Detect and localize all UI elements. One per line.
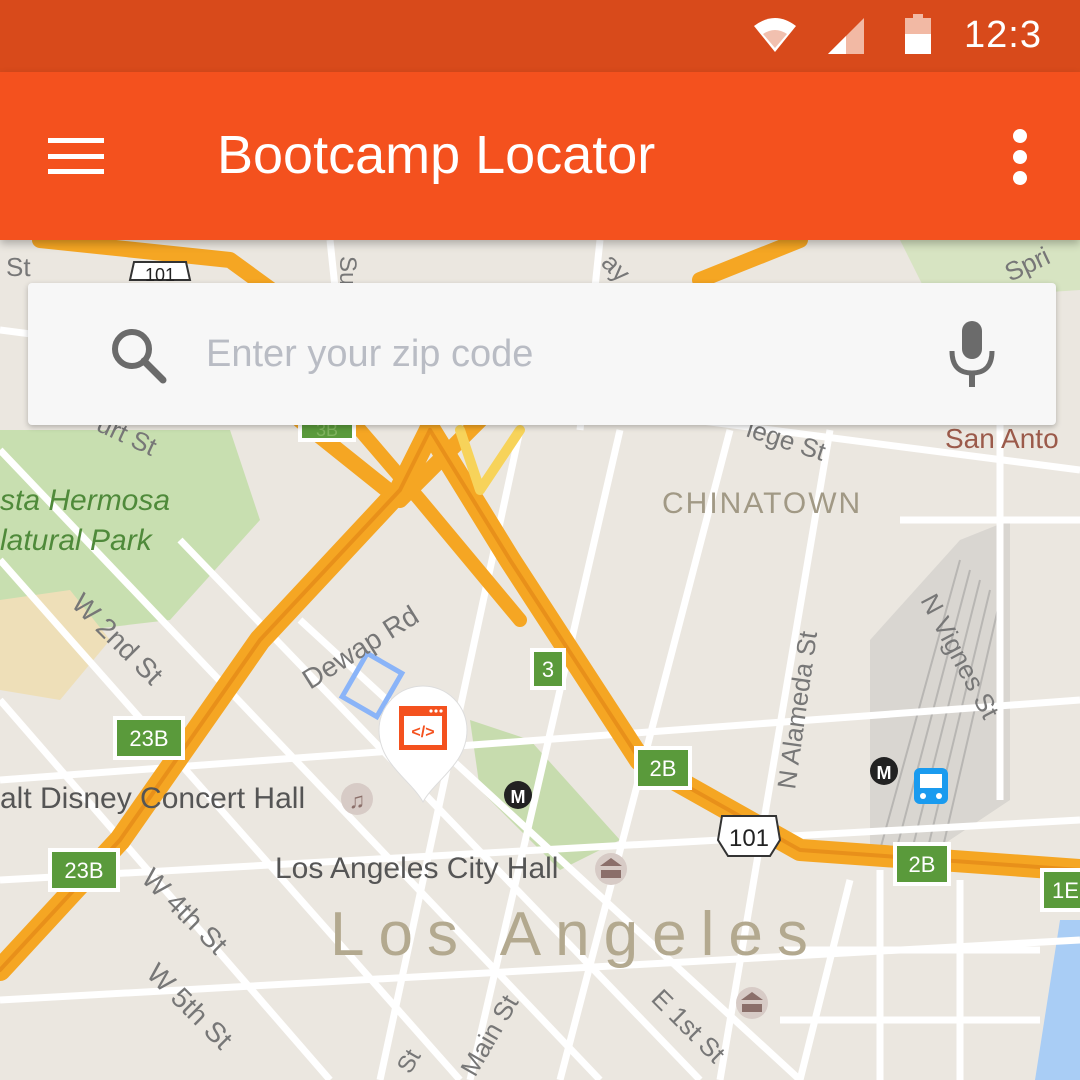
overflow-menu-button[interactable] <box>1000 118 1040 194</box>
cell-signal-icon <box>828 18 864 54</box>
park-label: sta Hermosa <box>0 484 170 517</box>
code-window-icon: </> <box>399 706 447 750</box>
exit-label: 23B <box>129 726 168 751</box>
highway-number: 101 <box>145 265 175 285</box>
city-label: Los Angeles <box>330 900 822 969</box>
street-label: St <box>6 252 31 282</box>
hamburger-menu-icon <box>48 138 104 174</box>
exit-label: 1E <box>1052 878 1079 903</box>
exit-label: 2B <box>650 756 677 781</box>
poi-label: Los Angeles City Hall <box>275 852 558 885</box>
poi-label: San Anto <box>945 423 1059 454</box>
civic-building-icon <box>736 987 768 1019</box>
mic-icon[interactable] <box>948 321 996 389</box>
svg-text:M: M <box>511 787 526 807</box>
exit-sign: 2B <box>634 746 692 790</box>
bootcamp-marker[interactable]: </> <box>377 684 469 806</box>
wifi-icon <box>754 18 796 52</box>
exit-sign: 23B <box>113 716 185 760</box>
exit-label: 2B <box>909 852 936 877</box>
more-vert-icon <box>1013 129 1027 185</box>
exit-label: 23B <box>64 858 103 883</box>
exit-label: 3 <box>542 657 554 682</box>
search-bar <box>28 283 1056 425</box>
code-symbol: </> <box>411 724 434 741</box>
exit-sign: 23B <box>48 848 120 892</box>
menu-button[interactable] <box>30 118 120 194</box>
app-bar: Bootcamp Locator <box>0 72 1080 240</box>
music-venue-icon: ♫ <box>341 783 373 815</box>
park-label: latural Park <box>0 524 154 557</box>
street-label: Su <box>334 256 361 285</box>
exit-sign: 1E <box>1040 868 1080 912</box>
poi-label: alt Disney Concert Hall <box>0 782 305 815</box>
highway-shield: 101 <box>716 815 782 857</box>
battery-icon <box>905 14 931 54</box>
svg-text:♫: ♫ <box>349 788 366 813</box>
exit-sign: 3 <box>530 648 566 690</box>
status-time: 12:3 <box>964 14 1042 56</box>
metro-icon: M <box>870 757 898 785</box>
civic-building-icon <box>595 853 627 885</box>
metro-icon: M <box>504 781 532 809</box>
app-title: Bootcamp Locator <box>217 125 656 185</box>
search-icon[interactable] <box>108 325 168 385</box>
bus-station-icon <box>914 768 948 804</box>
exit-sign: 2B <box>893 842 951 886</box>
zip-code-input[interactable] <box>206 319 926 389</box>
highway-number: 101 <box>729 825 769 852</box>
status-bar: 12:3 <box>0 0 1080 72</box>
neighborhood-label: CHINATOWN <box>662 487 862 520</box>
svg-text:M: M <box>877 763 892 783</box>
